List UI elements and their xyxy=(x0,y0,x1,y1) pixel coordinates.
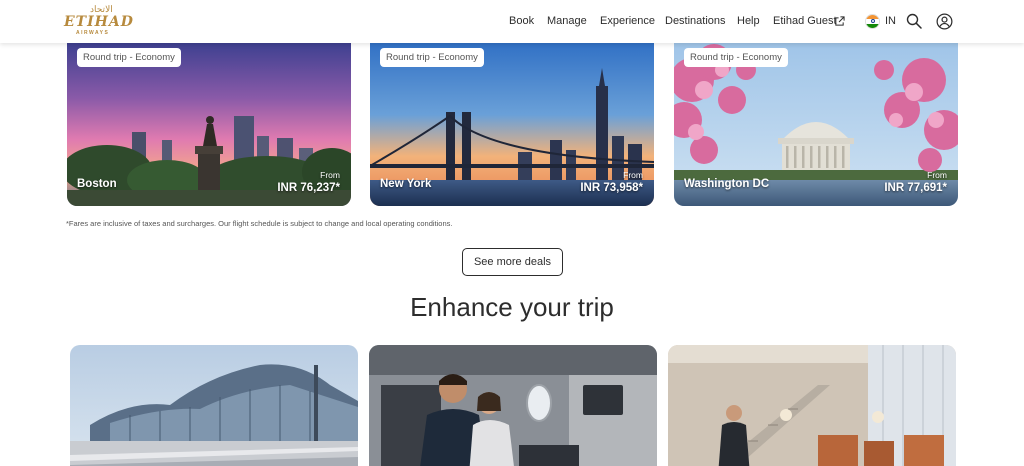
account-icon[interactable] xyxy=(936,13,953,30)
enhance-card-cabin[interactable] xyxy=(369,345,657,466)
deal-badge: Round trip - Economy xyxy=(684,48,788,67)
nav-help[interactable]: Help xyxy=(737,15,760,27)
deal-from-label: From xyxy=(927,170,947,180)
enhance-card-lounge[interactable] xyxy=(668,345,956,466)
deal-from-label: From xyxy=(320,170,340,180)
deal-city: Boston xyxy=(77,178,117,190)
deal-price: INR 77,691* xyxy=(884,182,947,194)
india-flag-icon[interactable] xyxy=(865,14,880,29)
etihad-logo[interactable]: الاتحاد ETIHAD AIRWAYS xyxy=(62,5,133,37)
site-header: الاتحاد ETIHAD AIRWAYS Book Manage Exper… xyxy=(0,0,1024,43)
nav-destinations[interactable]: Destinations xyxy=(665,15,726,27)
external-link-icon xyxy=(835,16,845,26)
deal-price: INR 76,237* xyxy=(277,182,340,194)
fare-disclaimer: *Fares are inclusive of taxes and surcha… xyxy=(66,219,453,228)
see-more-deals-button[interactable]: See more deals xyxy=(462,248,563,276)
enhance-card-airport[interactable] xyxy=(70,345,358,466)
page: الاتحاد ETIHAD AIRWAYS Book Manage Exper… xyxy=(0,0,1024,466)
logo-subtitle: AIRWAYS xyxy=(76,30,110,36)
nav-experience[interactable]: Experience xyxy=(600,15,655,27)
deal-price: INR 73,958* xyxy=(580,182,643,194)
search-icon[interactable] xyxy=(906,13,922,29)
lounge-image xyxy=(668,345,956,466)
deal-badge: Round trip - Economy xyxy=(77,48,181,67)
nav-manage[interactable]: Manage xyxy=(547,15,587,27)
cabin-passengers-image xyxy=(369,345,657,466)
airport-terminal-image xyxy=(70,345,358,466)
deal-city: New York xyxy=(380,178,432,190)
nav-book[interactable]: Book xyxy=(509,15,534,27)
deal-city: Washington DC xyxy=(684,178,770,190)
deal-badge: Round trip - Economy xyxy=(380,48,484,67)
nav-etihad-guest[interactable]: Etihad Guest xyxy=(773,15,837,27)
deal-from-label: From xyxy=(623,170,643,180)
country-code[interactable]: IN xyxy=(885,15,896,27)
deal-card-boston[interactable]: Round trip - Economy Boston From INR 76,… xyxy=(67,40,351,206)
deal-card-washington-dc[interactable]: Round trip - Economy Washington DC From … xyxy=(674,40,958,206)
enhance-section-title: Enhance your trip xyxy=(410,292,614,322)
logo-wordmark: ETIHAD xyxy=(64,14,134,30)
deal-card-new-york[interactable]: Round trip - Economy New York From INR 7… xyxy=(370,40,654,206)
